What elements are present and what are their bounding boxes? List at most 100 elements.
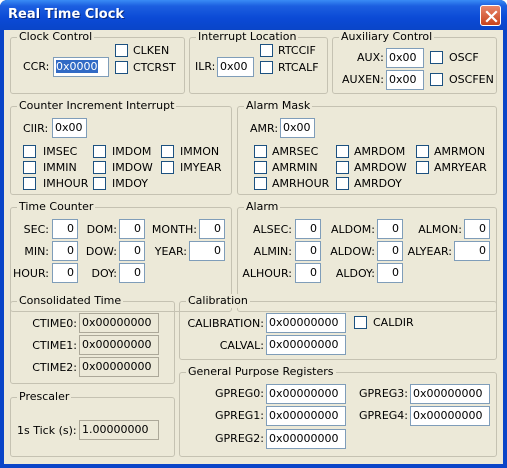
gpreg0-label: GPREG0: <box>215 387 264 400</box>
almin-input[interactable]: 0 <box>295 241 321 261</box>
window-frame-bottom <box>0 464 507 468</box>
ilr-input[interactable]: 0x00 <box>217 57 254 77</box>
gpreg3-label: GPREG3: <box>359 387 408 400</box>
aldom-input[interactable]: 0 <box>377 219 403 239</box>
ciir-input[interactable]: 0x00 <box>52 118 87 138</box>
amrdoy-checkbox[interactable] <box>336 177 349 190</box>
gpreg4-label: GPREG4: <box>359 409 408 422</box>
alarm-group: Alarm ALSEC: 0 ALMIN: 0 ALHOUR: 0 ALDOM:… <box>237 200 497 312</box>
ctcrst-checkbox[interactable] <box>115 61 128 74</box>
imyear-checkbox[interactable] <box>161 161 174 174</box>
doy-label: DOY: <box>91 267 118 280</box>
dom-input[interactable]: 0 <box>119 219 145 239</box>
aux-label: AUX: <box>357 51 384 64</box>
amrhour-checkbox[interactable] <box>254 177 267 190</box>
doy-input[interactable]: 0 <box>119 263 145 283</box>
imhour-checkbox[interactable] <box>23 177 36 190</box>
imdow-checkbox[interactable] <box>93 161 106 174</box>
imdoy-checkbox[interactable] <box>93 177 106 190</box>
group-title: Auxiliary Control <box>339 30 435 44</box>
oscf-checkbox[interactable] <box>430 51 443 64</box>
calval-label: CALVAL: <box>219 339 264 352</box>
amryear-checkbox[interactable] <box>416 161 429 174</box>
amr-input[interactable]: 0x00 <box>280 118 315 138</box>
consolidated-time-group: Consolidated Time CTIME0: 0x00000000 CTI… <box>10 294 175 384</box>
calval-input[interactable]: 0x00000000 <box>266 335 346 355</box>
imdom-checkbox[interactable] <box>93 145 106 158</box>
alsec-input[interactable]: 0 <box>295 219 321 239</box>
alhour-input[interactable]: 0 <box>295 263 321 283</box>
immon-checkbox[interactable] <box>161 145 174 158</box>
auxen-label: AUXEN: <box>342 73 384 86</box>
group-title: Alarm <box>244 200 281 214</box>
ctime1-label: CTIME1: <box>32 339 77 352</box>
calibration-input[interactable]: 0x00000000 <box>266 313 346 333</box>
auxiliary-control-group: Auxiliary Control AUX: 0x00 OSCF AUXEN: … <box>332 30 497 94</box>
rtcalf-label: RTCALF <box>278 61 319 74</box>
amrsec-checkbox[interactable] <box>254 145 267 158</box>
gpreg3-input[interactable]: 0x00000000 <box>410 384 490 404</box>
aldow-label: ALDOW: <box>330 245 375 258</box>
sec-label: SEC: <box>23 223 49 236</box>
group-title: Calibration <box>186 294 250 308</box>
oscfen-label: OSCFEN <box>449 73 494 86</box>
amrmon-checkbox[interactable] <box>416 145 429 158</box>
min-input[interactable]: 0 <box>52 241 78 261</box>
dow-input[interactable]: 0 <box>119 241 145 261</box>
title-bar[interactable]: Real Time Clock <box>0 0 507 30</box>
caldir-checkbox[interactable] <box>354 316 367 329</box>
sec-input[interactable]: 0 <box>52 219 78 239</box>
calibration-group: Calibration CALIBRATION: 0x00000000 CALD… <box>179 294 497 360</box>
gpreg2-label: GPREG2: <box>215 432 264 445</box>
gpreg0-input[interactable]: 0x00000000 <box>266 384 346 404</box>
ccr-input[interactable]: 0x0000 <box>53 57 109 77</box>
auxen-input[interactable]: 0x00 <box>386 70 424 90</box>
group-title: Consolidated Time <box>17 294 124 308</box>
alyear-input[interactable]: 0 <box>454 241 490 261</box>
rtccif-checkbox[interactable] <box>260 44 273 57</box>
gpreg2-input[interactable]: 0x00000000 <box>266 429 346 449</box>
clken-checkbox[interactable] <box>115 44 128 57</box>
immin-checkbox[interactable] <box>23 161 36 174</box>
imdoy-label: IMDOY <box>112 177 148 190</box>
imsec-checkbox[interactable] <box>23 145 36 158</box>
rtcalf-checkbox[interactable] <box>260 61 273 74</box>
ctcrst-label: CTCRST <box>133 61 176 74</box>
gpreg1-input[interactable]: 0x00000000 <box>266 406 346 426</box>
dom-label: DOM: <box>86 223 117 236</box>
aldom-label: ALDOM: <box>331 223 375 236</box>
ctime0-label: CTIME0: <box>32 317 77 330</box>
aldow-input[interactable]: 0 <box>377 241 403 261</box>
ctime0-field: 0x00000000 <box>79 313 159 333</box>
group-title: Counter Increment Interrupt <box>17 99 177 113</box>
group-title: Time Counter <box>17 200 96 214</box>
interrupt-location-group: Interrupt Location ILR: 0x00 RTCCIF RTCA… <box>189 30 328 94</box>
amrdom-label: AMRDOM <box>354 145 406 158</box>
close-button[interactable] <box>480 5 501 26</box>
imdow-label: IMDOW <box>112 161 153 174</box>
almon-label: ALMON: <box>418 223 462 236</box>
month-input[interactable]: 0 <box>199 219 225 239</box>
amrdom-checkbox[interactable] <box>336 145 349 158</box>
amrhour-label: AMRHOUR <box>272 177 330 190</box>
caldir-label: CALDIR <box>373 316 414 329</box>
almon-input[interactable]: 0 <box>464 219 490 239</box>
year-input[interactable]: 0 <box>189 241 225 261</box>
alhour-label: ALHOUR: <box>242 267 292 280</box>
counter-increment-group: Counter Increment Interrupt CIIR: 0x00 I… <box>10 99 232 195</box>
close-icon <box>485 10 498 23</box>
amrdow-label: AMRDOW <box>354 161 407 174</box>
imdom-label: IMDOM <box>112 145 152 158</box>
amrdow-checkbox[interactable] <box>336 161 349 174</box>
aldoy-input[interactable]: 0 <box>377 263 403 283</box>
aux-input[interactable]: 0x00 <box>386 48 424 68</box>
rtc-window: Real Time Clock Clock Control CCR: 0x000… <box>0 0 507 468</box>
group-title: General Purpose Registers <box>186 365 336 379</box>
ilr-label: ILR: <box>195 60 216 73</box>
amrmin-checkbox[interactable] <box>254 161 267 174</box>
rtccif-label: RTCCIF <box>278 44 316 57</box>
amr-label: AMR: <box>250 122 279 135</box>
gpreg4-input[interactable]: 0x00000000 <box>410 406 490 426</box>
hour-input[interactable]: 0 <box>52 263 78 283</box>
oscfen-checkbox[interactable] <box>430 73 443 86</box>
